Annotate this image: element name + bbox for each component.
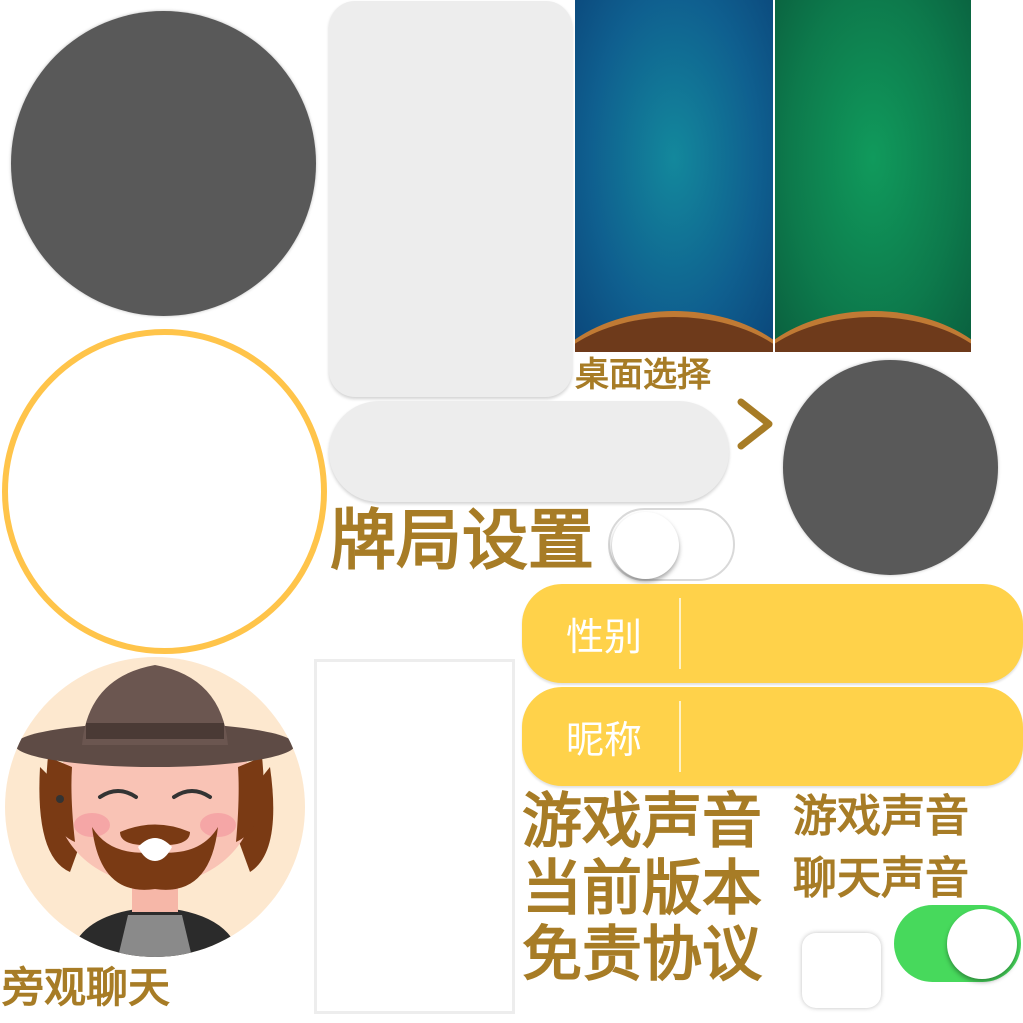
nickname-label: 昵称 (566, 718, 643, 762)
chat-sound-label: 聊天声音 (793, 853, 969, 904)
table-rim (775, 311, 971, 352)
game-settings-label: 牌局设置 (329, 501, 595, 580)
toggle-knob (947, 909, 1017, 979)
toggle-knob (612, 512, 679, 579)
chevron-right-icon[interactable] (735, 396, 775, 452)
checkbox-square[interactable] (802, 933, 881, 1008)
game-sound-label: 游戏声音 (522, 787, 762, 857)
settings-toggle[interactable] (608, 508, 735, 581)
chat-sound-toggle[interactable] (894, 905, 1021, 982)
avatar-placeholder-large (11, 11, 316, 316)
bearded-man-avatar (5, 657, 305, 957)
avatar-ring (2, 329, 327, 654)
table-rim (575, 311, 773, 352)
table-select-label: 桌面选择 (575, 355, 711, 395)
input-pill[interactable] (329, 401, 729, 502)
divider (679, 701, 681, 772)
gender-label: 性别 (566, 615, 643, 659)
panel-background (329, 1, 572, 397)
avatar-placeholder-small (783, 360, 998, 575)
spectator-chat-label: 旁观聊天 (2, 963, 171, 1012)
card-frame (314, 659, 515, 1014)
gender-field[interactable]: 性别 (522, 584, 1023, 683)
current-version-label: 当前版本 (522, 854, 762, 924)
divider (679, 598, 681, 669)
game-sound-small-label: 游戏声音 (793, 791, 969, 842)
agreement-label: 免责协议 (522, 920, 762, 990)
nickname-field[interactable]: 昵称 (522, 687, 1023, 786)
table-background-blue[interactable] (575, 0, 773, 352)
table-background-green[interactable] (775, 0, 971, 352)
